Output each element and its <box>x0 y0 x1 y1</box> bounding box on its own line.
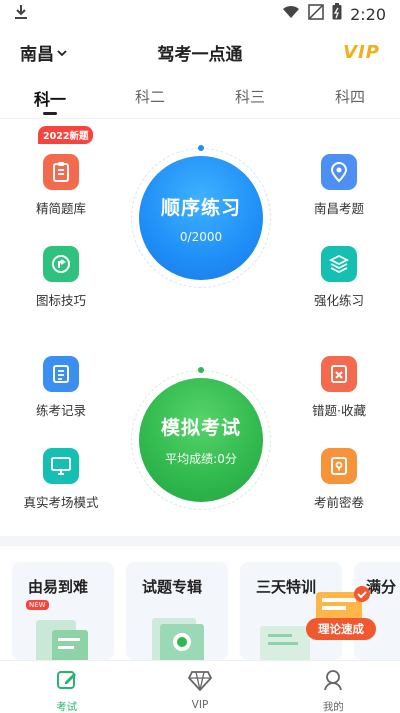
exam-title: 模拟考试 <box>160 417 241 439</box>
feature-real-exam-mode[interactable]: 真实考场模式 <box>16 448 106 511</box>
feature-practice-record[interactable]: 练考记录 <box>16 356 106 419</box>
document-icon <box>43 154 79 190</box>
theory-fast-button[interactable]: 理论速成 <box>306 618 376 640</box>
practice-progress: 0/2000 <box>179 229 223 244</box>
ring-dot <box>198 367 204 373</box>
monitor-icon <box>43 448 79 484</box>
section-divider <box>0 536 400 546</box>
nav-label: 考试 <box>56 701 78 713</box>
tab-subject-3[interactable]: 科三 <box>200 80 300 116</box>
tab-divider <box>0 118 400 119</box>
wifi-icon <box>282 4 300 24</box>
promo-title: 试题专辑 <box>142 578 203 596</box>
tab-subject-4[interactable]: 科四 <box>300 80 400 116</box>
nav-label: VIP <box>191 699 209 711</box>
error-icon <box>321 356 357 392</box>
new-questions-badge: 2022新题 <box>38 126 94 144</box>
layers-icon <box>321 246 357 282</box>
location-icon <box>321 154 357 190</box>
feature-simplified-bank[interactable]: 精简题库 <box>16 154 106 217</box>
feature-label: 错题·收藏 <box>312 403 366 418</box>
record-icon <box>43 356 79 392</box>
nav-vip[interactable]: VIP <box>133 661 266 713</box>
practice-circle-ring: 顺序练习 0/2000 <box>131 145 271 288</box>
nav-exam[interactable]: 考试 <box>0 661 133 713</box>
sequential-practice-button[interactable]: 顺序练习 0/2000 <box>139 156 263 280</box>
feature-label: 南昌考题 <box>313 201 364 216</box>
feature-label: 真实考场模式 <box>23 495 99 510</box>
feature-local-questions[interactable]: 南昌考题 <box>294 154 384 217</box>
bottom-nav: 考试 VIP 我的 <box>0 660 400 713</box>
promo-title: 由易到难 <box>28 578 89 596</box>
promo-illustration <box>152 618 204 660</box>
mock-exam-button[interactable]: 模拟考试 平均成绩:0分 <box>139 378 263 502</box>
edit-icon <box>56 669 78 695</box>
feature-label: 精简题库 <box>35 201 86 216</box>
practice-title: 顺序练习 <box>160 196 241 219</box>
vip-button[interactable]: VIP <box>343 42 380 63</box>
city-label: 南昌 <box>20 44 54 65</box>
feature-secret-papers[interactable]: 考前密卷 <box>294 448 384 511</box>
feature-label: 图标技巧 <box>35 293 86 308</box>
promo-card-easy-to-hard[interactable]: 由易到难 NEW <box>12 562 114 660</box>
ring-dot <box>198 145 204 151</box>
secret-paper-icon <box>321 448 357 484</box>
status-bar: 2:20 <box>0 0 400 28</box>
sign-icon <box>43 246 79 282</box>
feature-label: 考前密卷 <box>313 495 364 510</box>
feature-intensive-practice[interactable]: 强化练习 <box>294 246 384 309</box>
feature-sign-tips[interactable]: 图标技巧 <box>16 246 106 309</box>
download-icon <box>14 4 28 25</box>
promo-illustration <box>36 620 88 660</box>
battery-icon <box>332 3 342 25</box>
exam-circle-ring: 模拟考试 平均成绩:0分 <box>131 367 271 510</box>
signal-off-icon <box>308 3 324 25</box>
tab-subject-1[interactable]: 科一 <box>0 80 100 116</box>
feature-label: 强化练习 <box>313 293 364 308</box>
city-selector[interactable]: 南昌 <box>20 40 67 65</box>
chevron-down-icon <box>57 42 67 62</box>
promo-card-question-album[interactable]: 试题专辑 <box>126 562 228 660</box>
nav-label: 我的 <box>322 701 344 713</box>
feature-mistakes-favorites[interactable]: 错题·收藏 <box>294 356 384 419</box>
tab-subject-2[interactable]: 科二 <box>100 80 200 116</box>
diamond-icon <box>187 669 213 695</box>
nav-profile[interactable]: 我的 <box>267 661 400 713</box>
exam-average-score: 平均成绩:0分 <box>165 452 237 466</box>
app-header: 南昌 驾考一点通 VIP <box>0 32 400 72</box>
user-icon <box>322 669 344 695</box>
subject-tabs: 科一 科二 科三 科四 <box>0 80 400 116</box>
status-time: 2:20 <box>350 4 386 24</box>
feature-label: 练考记录 <box>35 403 86 418</box>
